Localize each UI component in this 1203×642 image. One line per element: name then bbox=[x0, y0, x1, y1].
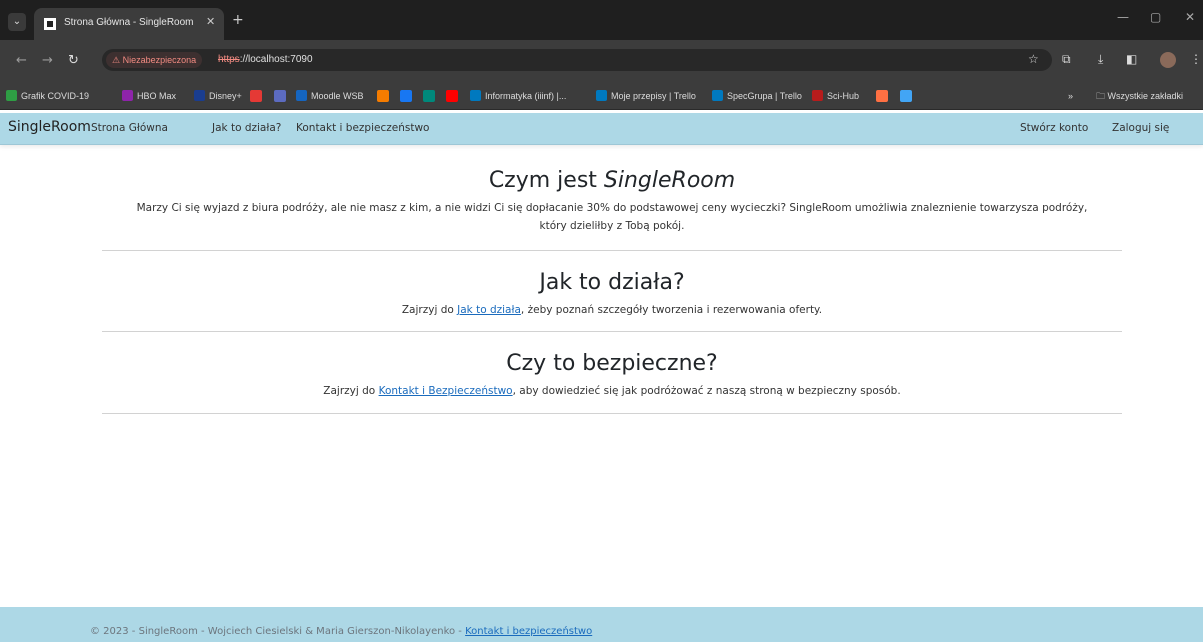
page-favicon-icon bbox=[44, 18, 56, 30]
back-arrow-icon[interactable]: ← bbox=[16, 53, 27, 68]
facebook-icon[interactable] bbox=[400, 90, 412, 102]
url-scheme: https bbox=[218, 54, 240, 65]
bookmark-star-icon[interactable]: ☆ bbox=[1028, 52, 1039, 66]
bookmark-grafik-covid[interactable]: Grafik COVID-19 bbox=[6, 89, 89, 103]
how-text: Zajrzyj do Jak to działa, żeby poznań sz… bbox=[401, 304, 823, 316]
divider bbox=[102, 331, 1122, 332]
bookmark-favicon-orange2-icon[interactable] bbox=[876, 90, 888, 102]
window-restore-icon[interactable]: ▢ bbox=[1150, 10, 1161, 24]
section-how-it-works: Jak to działa? Zajrzyj do Jak to działa,… bbox=[102, 270, 1122, 319]
download-icon[interactable]: ⤓ bbox=[1098, 52, 1103, 67]
section-safety: Czy to bezpieczne? Zajrzyj do Kontakt i … bbox=[102, 351, 1122, 400]
footer-contact-link[interactable]: Kontakt i bezpieczeństwo bbox=[465, 626, 592, 637]
sci-hub-icon bbox=[812, 90, 823, 101]
bookmark-sci-hub[interactable]: Sci-Hub bbox=[812, 89, 859, 103]
forward-arrow-icon[interactable]: → bbox=[42, 53, 53, 68]
nav-link-register[interactable]: Stwórz konto bbox=[1020, 122, 1088, 134]
divider bbox=[102, 413, 1122, 414]
nav-link-how-it-works[interactable]: Jak to działa? bbox=[212, 122, 281, 134]
extensions-puzzle-icon[interactable]: ⧉ bbox=[1062, 52, 1071, 67]
site-brand[interactable]: SingleRoom bbox=[8, 119, 91, 135]
section-about: Czym jest SingleRoom Marzy Ci się wyjazd… bbox=[102, 168, 1122, 235]
window-minimize-icon[interactable]: — bbox=[1117, 10, 1129, 24]
how-heading: Jak to działa? bbox=[539, 270, 685, 295]
about-heading: Czym jest SingleRoom bbox=[488, 168, 736, 193]
tab-search-chevron-icon[interactable]: ⌄ bbox=[8, 13, 26, 31]
browser-tab-bar: ⌄ Strona Główna - SingleRoom ✕ + — ▢ ✕ bbox=[0, 0, 1203, 40]
bookmark-favicon-orange-icon[interactable] bbox=[377, 90, 389, 102]
bookmark-hbo-max[interactable]: HBO Max bbox=[122, 89, 176, 103]
bookmark-specgrupa[interactable]: SpecGrupa | Trello bbox=[712, 89, 802, 103]
new-tab-plus-icon[interactable]: + bbox=[232, 12, 244, 28]
tab-title: Strona Główna - SingleRoom bbox=[64, 17, 194, 28]
youtube-icon[interactable] bbox=[446, 90, 458, 102]
bookmark-moodle-wsb[interactable]: Moodle WSB bbox=[296, 89, 364, 103]
reload-icon[interactable]: ↻ bbox=[68, 53, 79, 68]
all-bookmarks-folder[interactable]: 🗀 Wszystkie zakładki bbox=[1096, 89, 1183, 103]
site-navbar: SingleRoom Strona Główna Jak to działa? … bbox=[0, 113, 1203, 145]
disney-icon bbox=[194, 90, 205, 101]
site-footer: © 2023 - SingleRoom - Wojciech Ciesielsk… bbox=[0, 607, 1203, 642]
trello-icon bbox=[470, 90, 481, 101]
bookmark-favicon-red-icon[interactable] bbox=[250, 90, 262, 102]
safety-text: Zajrzyj do Kontakt i Bezpieczeństwo, aby… bbox=[323, 385, 901, 397]
bookmark-moje-przepisy[interactable]: Moje przepisy | Trello bbox=[596, 89, 696, 103]
divider bbox=[102, 250, 1122, 251]
footer-text: © 2023 - SingleRoom - Wojciech Ciesielsk… bbox=[90, 626, 593, 637]
folder-icon: 🗀 bbox=[1096, 91, 1108, 101]
url-text[interactable]: https://localhost:7090 bbox=[218, 54, 313, 65]
browser-tab-active[interactable]: Strona Główna - SingleRoom ✕ bbox=[34, 8, 224, 40]
side-panel-icon[interactable]: ◧ bbox=[1126, 52, 1137, 66]
bookmark-disney[interactable]: Disney+ bbox=[194, 89, 242, 103]
hbo-icon bbox=[122, 90, 133, 101]
about-text: Marzy Ci się wyjazd z biura podróży, ale… bbox=[136, 202, 1088, 232]
contact-safety-link[interactable]: Kontakt i Bezpieczeństwo bbox=[379, 385, 513, 397]
trello-icon bbox=[712, 90, 723, 101]
security-warning-chip[interactable]: ⚠ Niezabezpieczona bbox=[106, 52, 203, 68]
sheets-icon bbox=[6, 90, 17, 101]
bookmark-favicon-blue-icon[interactable] bbox=[900, 90, 912, 102]
window-close-icon[interactable]: ✕ bbox=[1185, 10, 1195, 24]
nav-link-contact-safety[interactable]: Kontakt i bezpieczeństwo bbox=[296, 122, 429, 134]
nav-link-home[interactable]: Strona Główna bbox=[91, 122, 168, 134]
bookmark-favicon-pen-icon[interactable] bbox=[274, 90, 286, 102]
url-host: ://localhost:7090 bbox=[239, 54, 313, 65]
profile-avatar-icon[interactable] bbox=[1160, 52, 1176, 68]
bookmarks-overflow-icon[interactable]: » bbox=[1068, 89, 1073, 103]
trello-icon bbox=[596, 90, 607, 101]
bookmark-favicon-play-icon[interactable] bbox=[423, 90, 435, 102]
moodle-icon bbox=[296, 90, 307, 101]
tab-close-icon[interactable]: ✕ bbox=[206, 15, 215, 28]
security-label: Niezabezpieczona bbox=[122, 55, 197, 65]
safety-heading: Czy to bezpieczne? bbox=[506, 351, 718, 376]
bookmark-informatyka[interactable]: Informatyka (iiinf) |... bbox=[470, 89, 566, 103]
how-it-works-link[interactable]: Jak to działa bbox=[457, 304, 521, 316]
nav-link-login[interactable]: Zaloguj się bbox=[1112, 122, 1169, 134]
bookmarks-bar: Grafik COVID-19 HBO Max Disney+ Moodle W… bbox=[0, 82, 1203, 110]
browser-menu-icon[interactable]: ⋮ bbox=[1190, 52, 1202, 66]
